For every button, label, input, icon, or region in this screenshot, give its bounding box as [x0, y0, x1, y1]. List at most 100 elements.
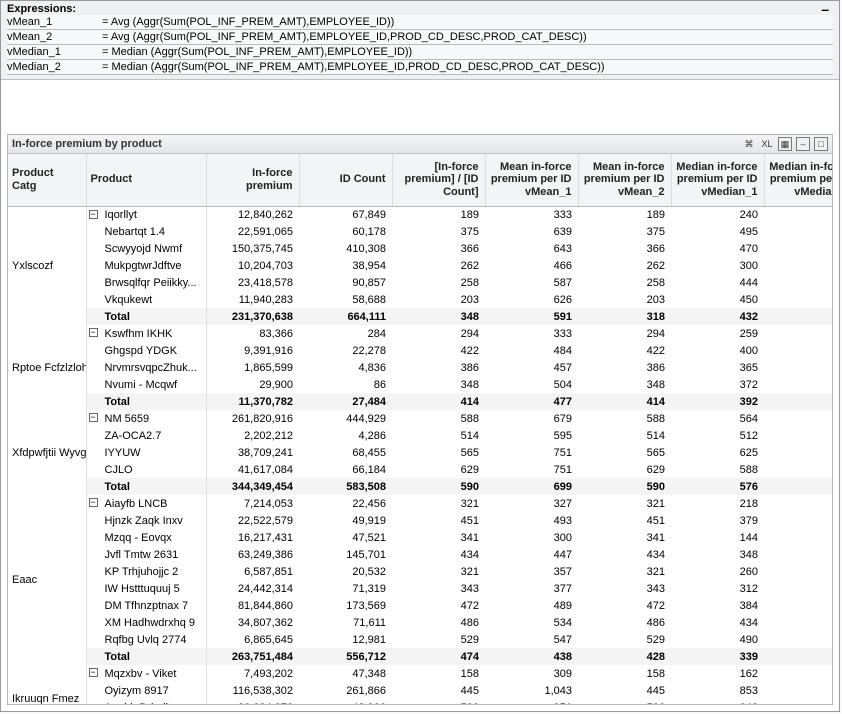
- total-row: Total344,349,454583,508590699590576495: [8, 478, 832, 495]
- category-cell: Eaac: [8, 495, 86, 665]
- value-cell: 321: [392, 563, 485, 580]
- expression-row: vMean_2= Avg (Aggr(Sum(POL_INF_PREM_AMT)…: [7, 30, 833, 45]
- detach-icon[interactable]: ⌘: [742, 137, 756, 151]
- value-cell: 447: [485, 546, 578, 563]
- value-cell: 434: [392, 546, 485, 563]
- value-cell: 145,701: [299, 546, 392, 563]
- value-cell: 357: [764, 512, 832, 529]
- value-cell: 258: [392, 274, 485, 291]
- header-vmean2[interactable]: Mean in-force premium per ID vMean_2: [578, 154, 671, 206]
- product-label: Anelrb Drigdjtc: [105, 702, 177, 705]
- header-ratio[interactable]: [In-force premium] / [ID Count]: [392, 154, 485, 206]
- value-cell: 58,688: [299, 291, 392, 308]
- value-cell: 300: [671, 257, 764, 274]
- value-cell: 377: [485, 580, 578, 597]
- table-row: Scwyyojd Nwmf150,375,745410,308366643366…: [8, 240, 832, 257]
- value-cell: 321: [578, 495, 671, 512]
- product-cell: MukpgtwrJdftve: [86, 257, 206, 274]
- value-cell: 68,455: [299, 444, 392, 461]
- expression-name: vMean_2: [7, 31, 102, 43]
- value-cell: 219: [764, 495, 832, 512]
- table-row: Jvfl Tmtw 263163,249,386145,701434447434…: [8, 546, 832, 563]
- header-vmedian1[interactable]: Median in-force premium per ID vMedian_1: [671, 154, 764, 206]
- collapse-icon[interactable]: −: [89, 668, 98, 677]
- total-value-cell: 318: [578, 308, 671, 325]
- value-cell: 29,900: [206, 376, 299, 393]
- chart-toolbar: ⌘ XL ▦ – □: [742, 137, 828, 151]
- value-cell: 1,043: [485, 682, 578, 699]
- value-cell: 466: [485, 257, 578, 274]
- value-cell: 625: [671, 444, 764, 461]
- value-cell: 348: [671, 546, 764, 563]
- header-vmedian2[interactable]: Median in-force premium per ID vMedian_2: [764, 154, 832, 206]
- product-label: Mqzxbv - Viket: [105, 668, 177, 680]
- value-cell: 472: [578, 597, 671, 614]
- category-cell: Ikruuqn Fmez: [8, 665, 86, 704]
- value-cell: 343: [392, 580, 485, 597]
- header-product-catg[interactable]: Product Catg: [8, 154, 86, 206]
- value-cell: 482: [764, 461, 832, 478]
- expressions-minimize-icon[interactable]: –: [817, 4, 833, 14]
- collapse-icon[interactable]: −: [89, 210, 98, 219]
- value-cell: 444,929: [299, 410, 392, 427]
- total-label: Total: [86, 648, 206, 665]
- value-cell: 445: [392, 682, 485, 699]
- value-cell: 486: [392, 614, 485, 631]
- total-row: Total231,370,638664,111348591318432264: [8, 308, 832, 325]
- collapse-icon[interactable]: −: [89, 328, 98, 337]
- expressions-panel: Expressions: – vMean_1= Avg (Aggr(Sum(PO…: [1, 1, 839, 80]
- product-label: Nebartqt 1.4: [105, 226, 166, 238]
- product-cell: Vkqukewt: [86, 291, 206, 308]
- product-label: Aiayfb LNCB: [105, 498, 168, 510]
- value-cell: 4,836: [299, 359, 392, 376]
- product-cell: Rqfbg Uvlq 2774: [86, 631, 206, 648]
- product-label: Mzqq - Eovqx: [105, 532, 172, 544]
- value-cell: 274: [764, 580, 832, 597]
- value-cell: 1,865,599: [206, 359, 299, 376]
- value-cell: 48,906: [299, 699, 392, 704]
- value-cell: 366: [392, 240, 485, 257]
- value-cell: 41,617,084: [206, 461, 299, 478]
- value-cell: 341: [392, 529, 485, 546]
- header-vmean1[interactable]: Mean in-force premium per ID vMean_1: [485, 154, 578, 206]
- value-cell: 565: [392, 444, 485, 461]
- product-cell: Jvfl Tmtw 2631: [86, 546, 206, 563]
- header-product[interactable]: Product: [86, 154, 206, 206]
- value-cell: 2,202,212: [206, 427, 299, 444]
- value-cell: 38,954: [299, 257, 392, 274]
- total-value-cell: 348: [392, 308, 485, 325]
- table-scroll[interactable]: Product Catg Product In-force premium ID…: [8, 154, 832, 704]
- value-cell: 26,224,876: [206, 699, 299, 704]
- product-label: Kswfhm IKHK: [105, 328, 173, 340]
- product-label: MukpgtwrJdftve: [105, 260, 182, 272]
- chart-type-icon[interactable]: ▦: [778, 137, 792, 151]
- minimize-icon[interactable]: –: [796, 137, 810, 151]
- value-cell: 22,591,065: [206, 223, 299, 240]
- value-cell: 472: [392, 597, 485, 614]
- maximize-icon[interactable]: □: [814, 137, 828, 151]
- table-row: Hjnzk Zaqk Inxv22,522,57949,919451493451…: [8, 512, 832, 529]
- product-label: XM Hadhwdrxhq 9: [105, 617, 196, 629]
- value-cell: 318: [764, 359, 832, 376]
- total-value-cell: 583,508: [299, 478, 392, 495]
- pivot-table: Product Catg Product In-force premium ID…: [8, 154, 832, 704]
- value-cell: 10,204,703: [206, 257, 299, 274]
- value-cell: 514: [392, 427, 485, 444]
- value-cell: 445: [578, 682, 671, 699]
- value-cell: 495: [671, 223, 764, 240]
- header-inforce-premium[interactable]: In-force premium: [206, 154, 299, 206]
- value-cell: 22,456: [299, 495, 392, 512]
- value-cell: 408: [764, 682, 832, 699]
- value-cell: 60,178: [299, 223, 392, 240]
- product-label: Nvumi - Mcqwf: [105, 379, 178, 391]
- collapse-icon[interactable]: −: [89, 413, 98, 422]
- chart-title: In-force premium by product: [12, 138, 162, 150]
- collapse-icon[interactable]: −: [89, 498, 98, 507]
- table-row: Mzqq - Eovqx16,217,43147,521341300341144…: [8, 529, 832, 546]
- header-id-count[interactable]: ID Count: [299, 154, 392, 206]
- table-row: CJLO41,617,08466,184629751629588482: [8, 461, 832, 478]
- value-cell: 348: [578, 376, 671, 393]
- value-cell: 218: [671, 495, 764, 512]
- product-label: Oyizym 8917: [105, 685, 169, 697]
- export-xl-icon[interactable]: XL: [760, 137, 774, 151]
